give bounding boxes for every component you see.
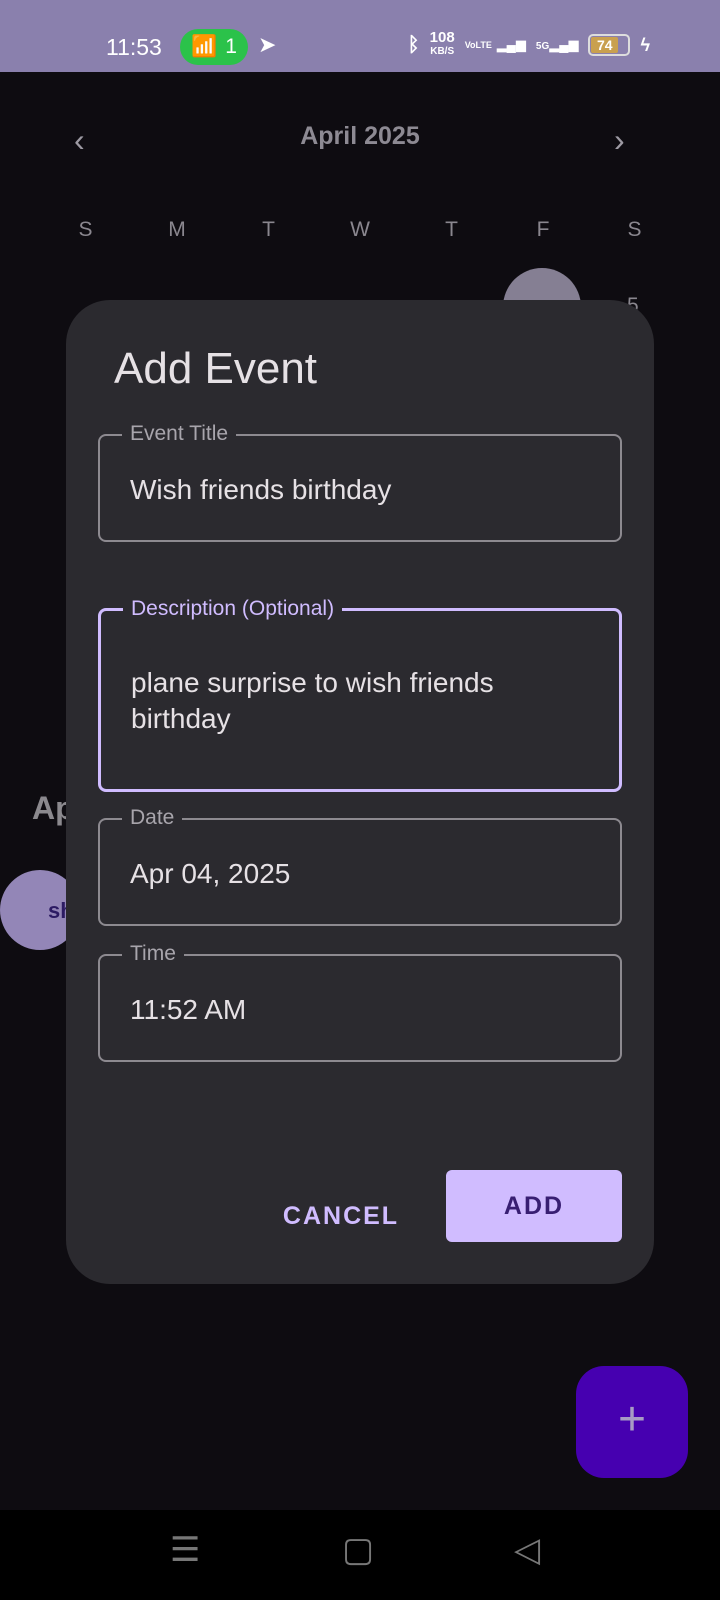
weekday: T: [445, 218, 458, 241]
back-icon[interactable]: ◁: [514, 1530, 540, 1570]
field-value: Wish friends birthday: [130, 474, 392, 505]
charging-icon: ϟ: [640, 34, 650, 55]
menu-icon[interactable]: ☰: [170, 1530, 200, 1570]
weekday: M: [168, 218, 186, 241]
hotspot-indicator[interactable]: 📶 1: [180, 29, 248, 65]
battery-icon: 74: [588, 34, 631, 56]
weekday-row: S M T W T F S: [40, 218, 680, 242]
section-title: Ap: [32, 790, 70, 826]
weekday: S: [627, 218, 642, 241]
hotspot-icon: 📶: [191, 35, 218, 58]
weekday: W: [350, 218, 370, 241]
cancel-button[interactable]: CANCEL: [266, 1188, 416, 1244]
dialog-title: Add Event: [114, 344, 318, 393]
signal-icon: ▂▄▆: [496, 37, 526, 52]
field-label: Event Title: [122, 422, 237, 446]
weekday: T: [262, 218, 275, 241]
net-speed: 108 KB/S: [429, 29, 455, 57]
field-label: Time: [122, 942, 184, 966]
weekday: F: [536, 218, 550, 241]
navigation-bar: ☰ ▢ ◁: [0, 1510, 720, 1600]
add-event-fab[interactable]: +: [576, 1366, 688, 1478]
calendar-header: ‹ April 2025 ›: [0, 122, 720, 162]
bluetooth-icon: ᛒ: [407, 33, 420, 56]
field-value: 11:52 AM: [130, 994, 247, 1025]
telegram-icon: ➤: [258, 32, 277, 57]
description-field[interactable]: Description (Optional) plane surprise to…: [98, 597, 622, 792]
home-icon[interactable]: ▢: [342, 1530, 374, 1570]
field-value: plane surprise to wish friends birthday: [131, 667, 494, 734]
field-label: Description (Optional): [123, 597, 343, 621]
next-month-button[interactable]: ›: [614, 122, 625, 159]
add-button[interactable]: ADD: [446, 1170, 622, 1242]
field-label: Date: [122, 806, 183, 830]
event-title-field[interactable]: Event Title Wish friends birthday: [98, 422, 622, 542]
time-field[interactable]: Time 11:52 AM: [98, 942, 622, 1062]
add-event-dialog: Add Event Event Title Wish friends birth…: [66, 300, 654, 1284]
weekday: S: [78, 218, 93, 241]
month-title: April 2025: [300, 122, 420, 150]
hotspot-count: 1: [225, 35, 237, 58]
status-bar: 11:53 📶 1 ➤ ᛒ 108 KB/S VoLTE ▂▄▆ 5G▂▄▆ 74 …: [0, 0, 720, 72]
volte-icon: VoLTE: [464, 40, 492, 50]
field-value: Apr 04, 2025: [130, 858, 291, 889]
status-time: 11:53: [106, 34, 162, 60]
date-field[interactable]: Date Apr 04, 2025: [98, 806, 622, 926]
signal-5g-icon: 5G▂▄▆: [535, 37, 579, 52]
